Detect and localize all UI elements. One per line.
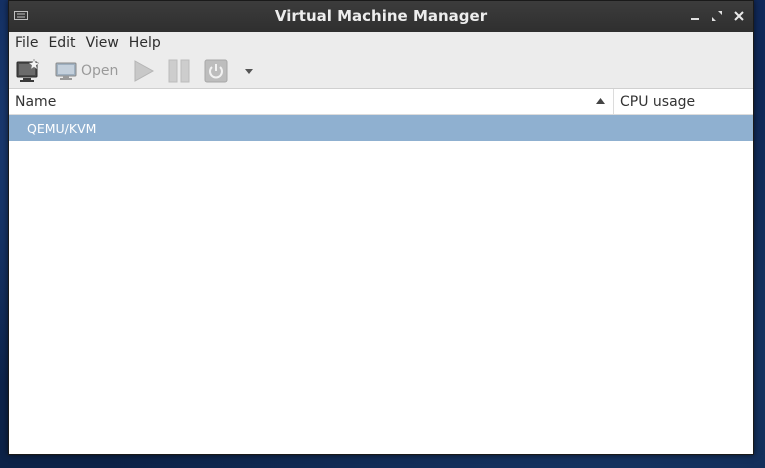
column-name-label: Name bbox=[15, 94, 57, 110]
connection-row-qemu[interactable]: QEMU/KVM bbox=[9, 115, 753, 141]
column-cpu-header[interactable]: CPU usage bbox=[615, 89, 753, 115]
window-controls bbox=[687, 8, 747, 24]
connection-label: QEMU/KVM bbox=[27, 121, 97, 136]
close-icon[interactable] bbox=[731, 8, 747, 24]
column-name-header[interactable]: Name bbox=[9, 89, 614, 115]
menu-help[interactable]: Help bbox=[129, 35, 167, 51]
run-icon[interactable] bbox=[131, 59, 155, 83]
column-header: Name CPU usage bbox=[9, 89, 753, 115]
title-bar[interactable]: Virtual Machine Manager bbox=[9, 1, 753, 32]
chevron-down-icon[interactable] bbox=[242, 64, 256, 78]
open-button[interactable]: Open bbox=[55, 60, 121, 82]
menu-file[interactable]: File bbox=[15, 35, 44, 51]
shutdown-icon[interactable] bbox=[204, 59, 228, 83]
minimize-icon[interactable] bbox=[687, 8, 703, 24]
menu-edit[interactable]: Edit bbox=[48, 35, 81, 51]
toolbar: Open bbox=[9, 54, 753, 89]
monitor-icon bbox=[55, 62, 77, 80]
connection-list: QEMU/KVM bbox=[9, 115, 753, 454]
maximize-icon[interactable] bbox=[709, 8, 725, 24]
window-title: Virtual Machine Manager bbox=[274, 7, 488, 25]
sort-ascending-icon bbox=[596, 98, 605, 104]
column-cpu-label: CPU usage bbox=[620, 94, 696, 110]
new-vm-icon[interactable] bbox=[15, 58, 41, 84]
pause-icon[interactable] bbox=[167, 59, 191, 83]
menu-bar: File Edit View Help bbox=[9, 32, 753, 54]
open-label: Open bbox=[81, 63, 119, 79]
menu-view[interactable]: View bbox=[86, 35, 125, 51]
app-window: Virtual Machine Manager File Edit View H… bbox=[8, 0, 754, 455]
